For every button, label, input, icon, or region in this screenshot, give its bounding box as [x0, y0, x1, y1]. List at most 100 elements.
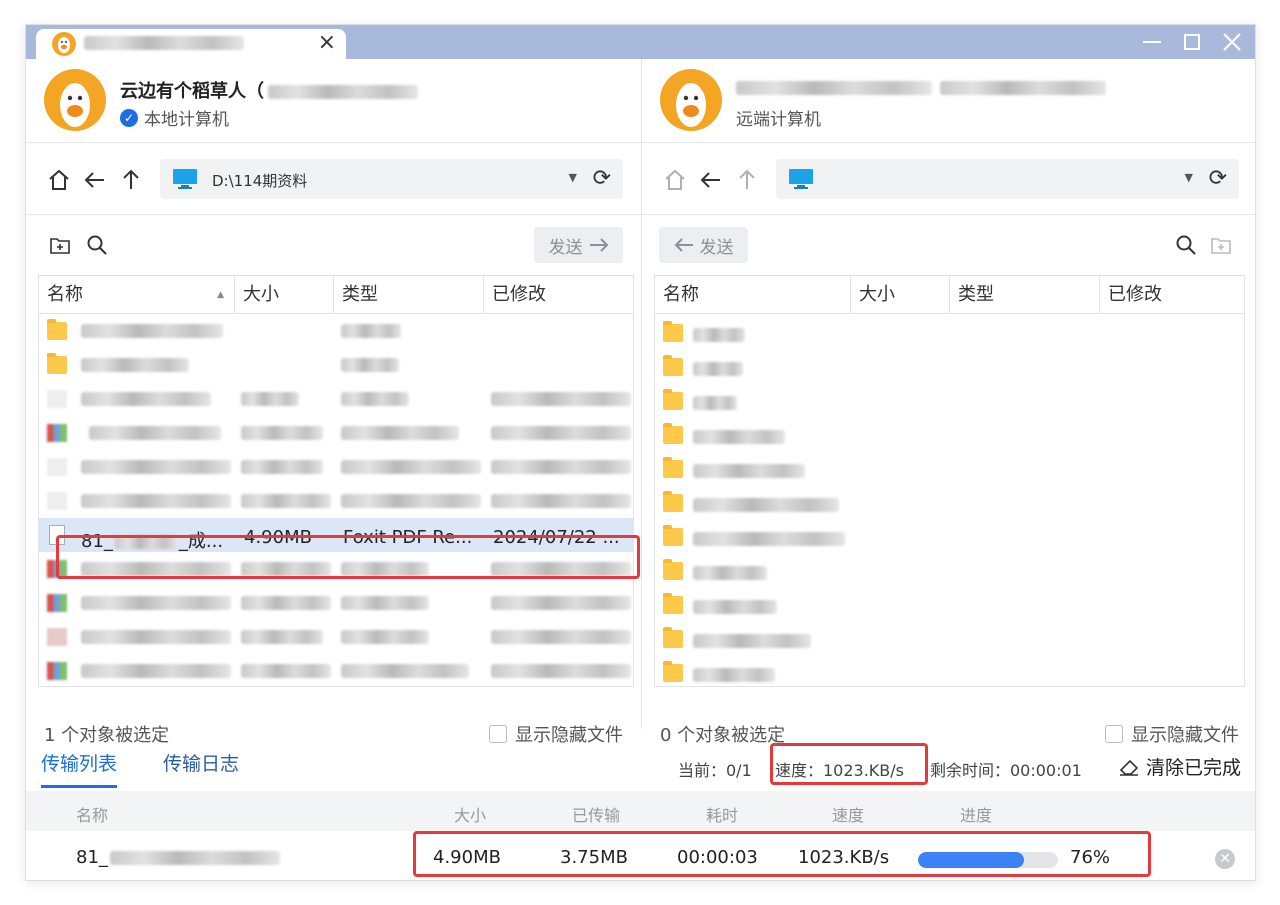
file-icon: [47, 628, 67, 646]
column-header-name[interactable]: 名称 ▲: [39, 276, 235, 314]
list-item[interactable]: [655, 384, 1244, 418]
column-header-modified[interactable]: 已修改: [484, 276, 633, 314]
clear-completed-button[interactable]: 清除已完成: [1118, 753, 1241, 780]
list-item[interactable]: [655, 452, 1244, 486]
monitor-icon: [173, 169, 197, 189]
remote-navbar: ▼ ⟳: [642, 143, 1255, 215]
minimize-button[interactable]: [1135, 27, 1169, 57]
eraser-icon: [1119, 759, 1139, 776]
table-row[interactable]: [39, 348, 633, 382]
table-row[interactable]: [39, 450, 633, 484]
column-header-name[interactable]: 名称: [655, 276, 851, 314]
goose-avatar-icon: [52, 32, 76, 56]
transfer-col-size: 大小: [454, 806, 487, 825]
remote-user-bar: 远端计算机: [642, 59, 1255, 143]
window-controls: [1135, 25, 1249, 59]
folder-icon: [663, 491, 683, 512]
sort-icon: ▲: [217, 290, 224, 300]
tab-transfer-list[interactable]: 传输列表: [41, 749, 118, 788]
home-icon[interactable]: [46, 167, 72, 193]
selected-file-name: 81_ _成...: [81, 531, 224, 552]
chevron-down-icon[interactable]: ▼: [569, 171, 577, 184]
remote-user-name: [736, 77, 1106, 98]
local-path-bar[interactable]: D:\114期资料 ▼ ⟳: [160, 159, 623, 199]
arrow-right-icon: [589, 238, 608, 252]
transfer-row-speed: 1023.KB/s: [798, 847, 890, 868]
transfer-progress-bar: [918, 852, 1058, 868]
folder-icon: [663, 423, 683, 444]
list-item[interactable]: [655, 656, 1244, 686]
monitor-icon: [789, 169, 813, 189]
session-tab[interactable]: ×: [36, 29, 346, 59]
table-row-selected[interactable]: 81_ _成... 4.90MB Foxit PDF Re... 2024/07/…: [39, 518, 633, 552]
tab-title: [84, 35, 244, 50]
up-arrow-icon[interactable]: [734, 167, 760, 193]
search-icon[interactable]: [86, 234, 108, 256]
up-arrow-icon[interactable]: [118, 167, 144, 193]
column-header-modified[interactable]: 已修改: [1100, 276, 1244, 314]
new-folder-icon[interactable]: [49, 234, 71, 256]
folder-icon: [663, 525, 683, 546]
file-icon: [47, 458, 67, 476]
list-item[interactable]: [655, 418, 1244, 452]
table-row[interactable]: [39, 552, 633, 586]
list-item[interactable]: [655, 316, 1244, 350]
column-header-size[interactable]: 大小: [851, 276, 950, 314]
cancel-transfer-icon[interactable]: ✕: [1215, 849, 1235, 869]
tab-transfer-log[interactable]: 传输日志: [163, 749, 239, 776]
table-row[interactable]: [39, 654, 633, 686]
list-item[interactable]: [655, 520, 1244, 554]
local-pane: 云边有个稻草人（ ✓ 本地计算机 D:\114期资料 ▼ ⟳ 发送 名称 ▲ 大…: [26, 59, 642, 746]
file-icon: [47, 560, 67, 578]
back-arrow-icon[interactable]: [698, 167, 724, 193]
maximize-button[interactable]: [1175, 27, 1209, 57]
local-computer-label: 本地计算机: [144, 110, 229, 130]
selected-file-type: Foxit PDF Re...: [343, 527, 473, 548]
close-tab-icon[interactable]: ×: [318, 31, 336, 55]
title-bar: ×: [26, 25, 1255, 59]
refresh-icon[interactable]: ⟳: [1209, 166, 1227, 191]
remote-path-bar[interactable]: ▼ ⟳: [776, 159, 1239, 199]
chevron-down-icon[interactable]: ▼: [1185, 171, 1193, 184]
column-header-size[interactable]: 大小: [235, 276, 334, 314]
remote-file-table: 名称 大小 类型 已修改: [654, 275, 1245, 687]
table-row[interactable]: [39, 484, 633, 518]
list-item[interactable]: [655, 350, 1244, 384]
list-item[interactable]: [655, 588, 1244, 622]
arrow-left-icon: [674, 238, 693, 252]
folder-icon: [663, 321, 683, 342]
local-user-sub: ✓ 本地计算机: [120, 105, 229, 130]
table-row[interactable]: [39, 382, 633, 416]
local-table-header: 名称 ▲ 大小 类型 已修改: [39, 276, 633, 314]
home-icon[interactable]: [662, 167, 688, 193]
selected-file-modified: 2024/07/22 ...: [493, 527, 620, 548]
selected-file-size: 4.90MB: [244, 527, 312, 548]
table-row[interactable]: [39, 586, 633, 620]
progress-fill: [918, 852, 1025, 868]
list-item[interactable]: [655, 622, 1244, 656]
local-path-text: D:\114期资料: [212, 172, 308, 190]
transfer-col-elapsed: 耗时: [706, 806, 739, 825]
new-folder-icon[interactable]: [1210, 234, 1232, 256]
table-row[interactable]: [39, 416, 633, 450]
transfer-current-count: 当前：0/1: [678, 761, 752, 780]
folder-icon: [47, 319, 67, 340]
receive-button[interactable]: 发送: [659, 227, 748, 263]
back-arrow-icon[interactable]: [82, 167, 108, 193]
folder-icon: [47, 353, 67, 374]
list-item[interactable]: [655, 486, 1244, 520]
folder-icon: [663, 457, 683, 478]
list-item[interactable]: [655, 554, 1244, 588]
file-icon: [47, 492, 67, 510]
table-row[interactable]: [39, 314, 633, 348]
transfer-remaining-time: 剩余时间：00:00:01: [930, 761, 1082, 780]
column-header-type[interactable]: 类型: [334, 276, 484, 314]
table-row[interactable]: [39, 620, 633, 654]
verified-check-icon: ✓: [120, 108, 138, 127]
close-window-button[interactable]: [1215, 27, 1249, 57]
search-icon[interactable]: [1175, 234, 1197, 256]
transfer-row[interactable]: 81_ 4.90MB 3.75MB 00:00:03 1023.KB/s 76%…: [26, 833, 1255, 880]
column-header-type[interactable]: 类型: [950, 276, 1100, 314]
send-button[interactable]: 发送: [534, 227, 623, 263]
refresh-icon[interactable]: ⟳: [593, 166, 611, 191]
